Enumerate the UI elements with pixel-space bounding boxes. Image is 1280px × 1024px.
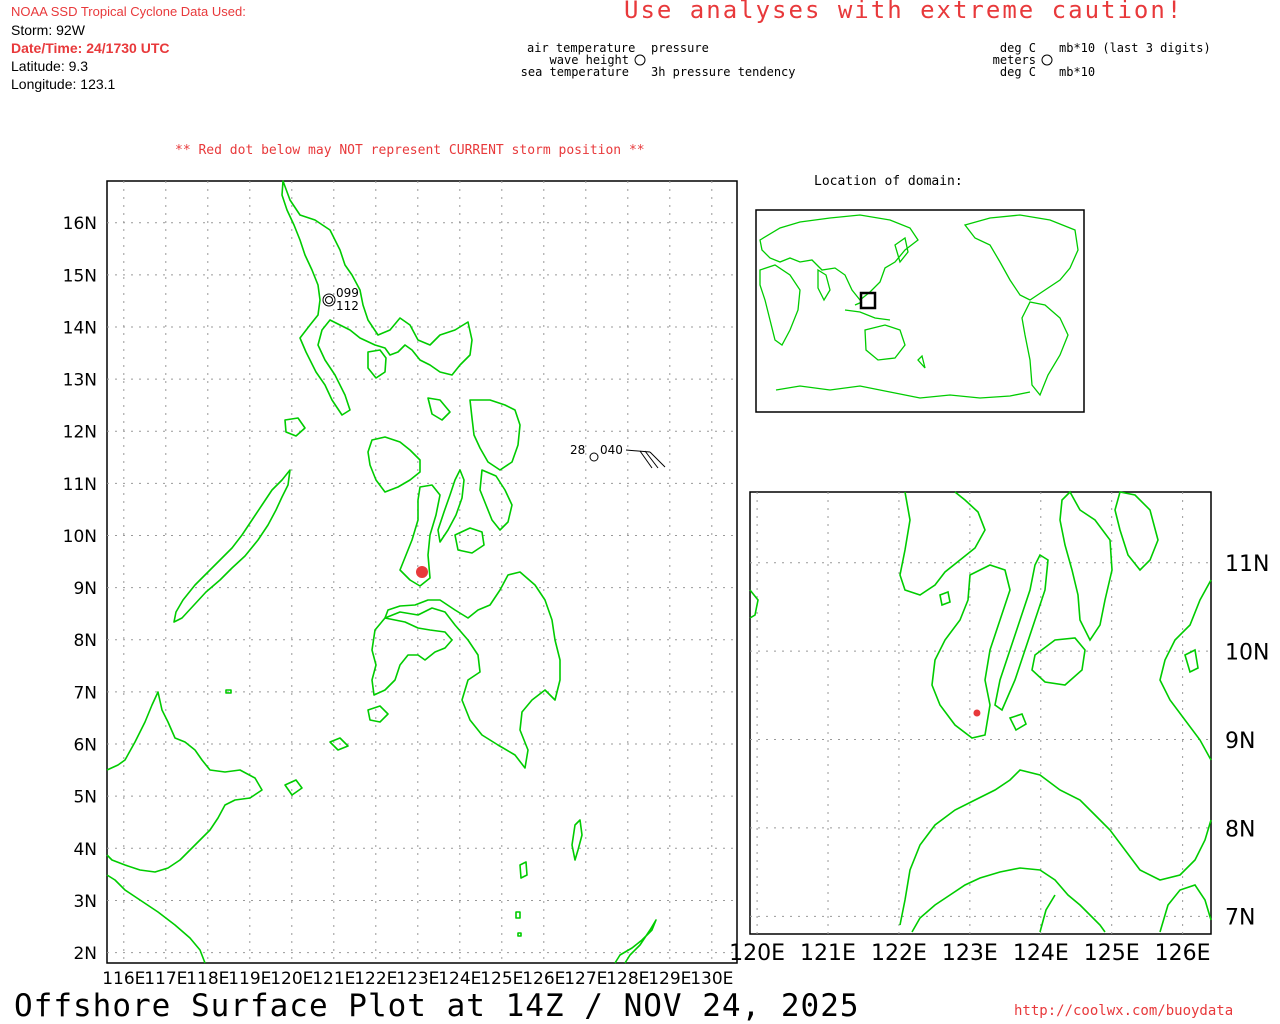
lon-label: 117E — [144, 969, 187, 989]
station-2-pressure: 040 — [600, 443, 623, 457]
main-map: 16N 15N 14N 13N 12N 11N 10N 9N 8N 7N 6N 5N 4N 3N 2N 11… — [63, 180, 738, 989]
zoom-storm-position-dot[interactable] — [973, 709, 981, 717]
lon-label: 127E — [564, 969, 607, 989]
lon-label: 130E — [690, 969, 733, 989]
zoom-map-lon-labels: 120E 121E 122E 123E 124E 125E 126E — [729, 941, 1210, 966]
lon-label: 124E — [1013, 941, 1069, 966]
lon-label: 123E — [396, 969, 439, 989]
lon-label: 126E — [522, 969, 565, 989]
lon-label: 119E — [228, 969, 271, 989]
lon-label: 126E — [1155, 941, 1211, 966]
station-1-pressure: 099 — [336, 286, 359, 300]
zoom-map-frame — [749, 491, 1212, 935]
main-map-lon-labels: 116E117E118E119E120E121E122E123E124E125E… — [102, 969, 733, 989]
lat-label: 9N — [1225, 729, 1255, 754]
lat-label: 11N — [63, 475, 97, 495]
main-map-lat-labels: 16N 15N 14N 13N 12N 11N 10N 9N 8N 7N 6N 5N 4N 3N 2N — [63, 214, 97, 964]
lat-label: 6N — [73, 736, 97, 756]
lat-label: 3N — [73, 892, 97, 912]
inset-world-map — [755, 209, 1085, 413]
lon-label: 122E — [871, 941, 927, 966]
lon-label: 125E — [480, 969, 523, 989]
lat-label: 7N — [1225, 906, 1255, 931]
storm-position-dot[interactable] — [416, 566, 428, 578]
inset-frame — [755, 209, 1085, 413]
lat-label: 9N — [73, 579, 97, 599]
lat-label: 10N — [1225, 640, 1269, 665]
station-2-air-temp: 28 — [570, 443, 585, 457]
station-1-tendency: 112 — [336, 299, 359, 313]
source-url-link[interactable]: http://coolwx.com/buoydata — [1014, 1003, 1233, 1019]
lat-label: 8N — [73, 631, 97, 651]
lat-label: 8N — [1225, 817, 1255, 842]
legend-station-icon-units — [1041, 54, 1053, 66]
map-canvas: 16N 15N 14N 13N 12N 11N 10N 9N 8N 7N 6N 5N 4N 3N 2N 11… — [63, 54, 1269, 989]
lat-label: 12N — [63, 423, 97, 443]
lon-label: 121E — [312, 969, 355, 989]
lon-label: 121E — [800, 941, 856, 966]
lon-label: 125E — [1084, 941, 1140, 966]
zoom-map: 11N 10N 9N 8N 7N 120E 121E 122E 123E 124E 125E 126… — [729, 490, 1269, 966]
lon-label: 120E — [729, 941, 785, 966]
lat-label: 14N — [63, 318, 97, 338]
zoom-map-lat-labels: 11N 10N 9N 8N 7N — [1225, 552, 1269, 931]
plot-footer-title: Offshore Surface Plot at 14Z / NOV 24, 2… — [14, 988, 860, 1024]
lon-label: 118E — [186, 969, 229, 989]
lat-label: 7N — [73, 683, 97, 703]
lat-label: 4N — [73, 840, 97, 860]
lat-label: 5N — [73, 788, 97, 808]
lat-label: 13N — [63, 371, 97, 391]
lat-label: 15N — [63, 266, 97, 286]
lat-label: 10N — [63, 527, 97, 547]
lat-label: 2N — [73, 944, 97, 964]
lon-label: 120E — [270, 969, 313, 989]
lon-label: 129E — [648, 969, 691, 989]
legend-station-icon — [634, 54, 646, 66]
lon-label: 122E — [354, 969, 397, 989]
lat-label: 16N — [63, 214, 97, 234]
lon-label: 124E — [438, 969, 481, 989]
lon-label: 116E — [102, 969, 145, 989]
lon-label: 123E — [942, 941, 998, 966]
lat-label: 11N — [1225, 552, 1269, 577]
lon-label: 128E — [606, 969, 649, 989]
